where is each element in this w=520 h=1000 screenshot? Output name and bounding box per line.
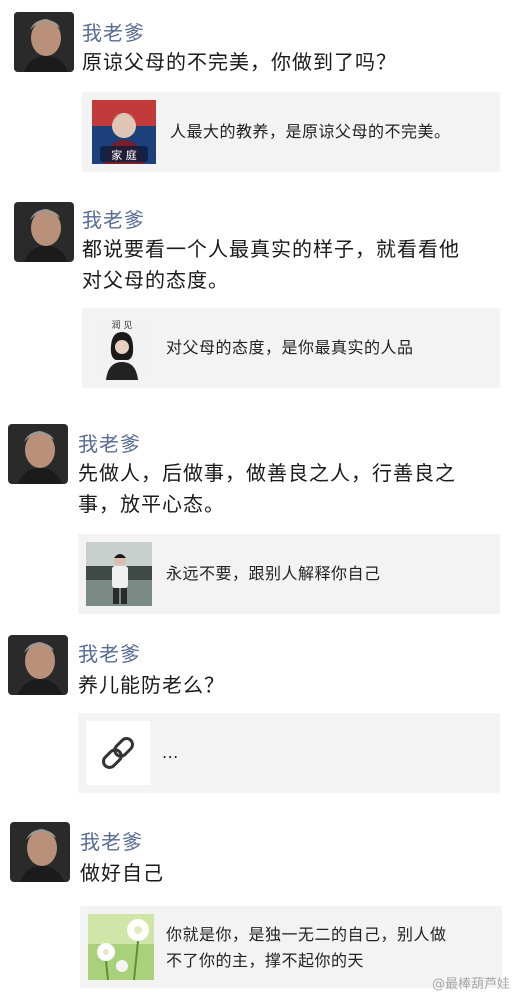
author-avatar[interactable] [8,424,68,484]
link-card[interactable]: ... [78,713,500,793]
author-name[interactable]: 我老爹 [82,204,145,233]
link-card[interactable]: 永远不要，跟别人解释你自己 [78,534,500,614]
author-name[interactable]: 我老爹 [78,638,141,667]
author-name[interactable]: 我老爹 [82,17,145,46]
card-title: 人最大的教养，是原谅父母的不完美。 [170,119,451,145]
card-title: 你就是你，是独一无二的自己，别人做 不了你的主，撑不起你的天 [166,922,447,974]
card-title-line: 对父母的态度，是你最真实的人品 [166,338,414,357]
post-text-line: 对父母的态度。 [82,268,229,292]
post-text-line: 先做人，后做事，做善良之人，行善良之 [78,461,456,485]
post-text: 先做人，后做事，做善良之人，行善良之 事，放平心态。 [78,458,456,520]
author-avatar[interactable] [10,822,70,882]
author-avatar[interactable] [14,202,74,262]
person-thumbnail [86,542,152,606]
card-title-line: 人最大的教养，是原谅父母的不完美。 [170,122,451,141]
card-title: 对父母的态度，是你最真实的人品 [166,335,414,361]
author-avatar[interactable] [8,635,68,695]
post-1: 我老爹 原谅父母的不完美，你做到了吗？ 家 庭 人最大的教养，是原谅父母的不完美… [0,0,520,190]
author-avatar[interactable] [14,12,74,72]
card-title: 永远不要，跟别人解释你自己 [166,561,381,587]
author-name[interactable]: 我老爹 [78,428,141,457]
post-text: 原谅父母的不完美，你做到了吗？ [82,47,397,78]
post-5: 我老爹 做好自己 你就是你，是独一无二的自己，别人做 不了你的主，撑不起你的天 [0,812,520,1000]
author-name[interactable]: 我老爹 [80,826,143,855]
portrait-thumbnail: 润 见 [94,316,150,380]
post-4: 我老爹 养儿能防老么？ ... [0,625,520,810]
card-title-line: 你就是你，是独一无二的自己，别人做 [166,925,447,944]
link-icon [86,721,150,785]
card-title: ... [162,740,179,766]
link-card[interactable]: 润 见 对父母的态度，是你最真实的人品 [82,308,500,388]
watermark: @最棒葫芦娃 [431,977,510,992]
post-text-line: 做好自己 [80,861,164,885]
post-2: 我老爹 都说要看一个人最真实的样子，就看看他 对父母的态度。 润 见 对父母的态… [0,190,520,405]
post-text: 做好自己 [80,858,164,889]
flower-thumbnail [88,914,154,980]
post-text-line: 原谅父母的不完美，你做到了吗？ [82,50,397,74]
thumb-caption: 家 庭 [111,148,137,162]
post-text-line: 都说要看一个人最真实的样子，就看看他 [82,237,460,261]
post-text-line: 事，放平心态。 [78,492,225,516]
post-3: 我老爹 先做人，后做事，做善良之人，行善良之 事，放平心态。 永远不要，跟别人解… [0,410,520,625]
post-text: 都说要看一个人最真实的样子，就看看他 对父母的态度。 [82,234,460,296]
portrait-thumbnail: 家 庭 [92,100,156,164]
thumb-caption: 润 见 [112,319,133,331]
card-title-line: ... [162,743,179,762]
card-title-line: 永远不要，跟别人解释你自己 [166,564,381,583]
post-text-line: 养儿能防老么？ [78,673,225,697]
post-text: 养儿能防老么？ [78,670,225,701]
link-card[interactable]: 家 庭 人最大的教养，是原谅父母的不完美。 [82,92,500,172]
card-title-line: 不了你的主，撑不起你的天 [166,951,365,970]
